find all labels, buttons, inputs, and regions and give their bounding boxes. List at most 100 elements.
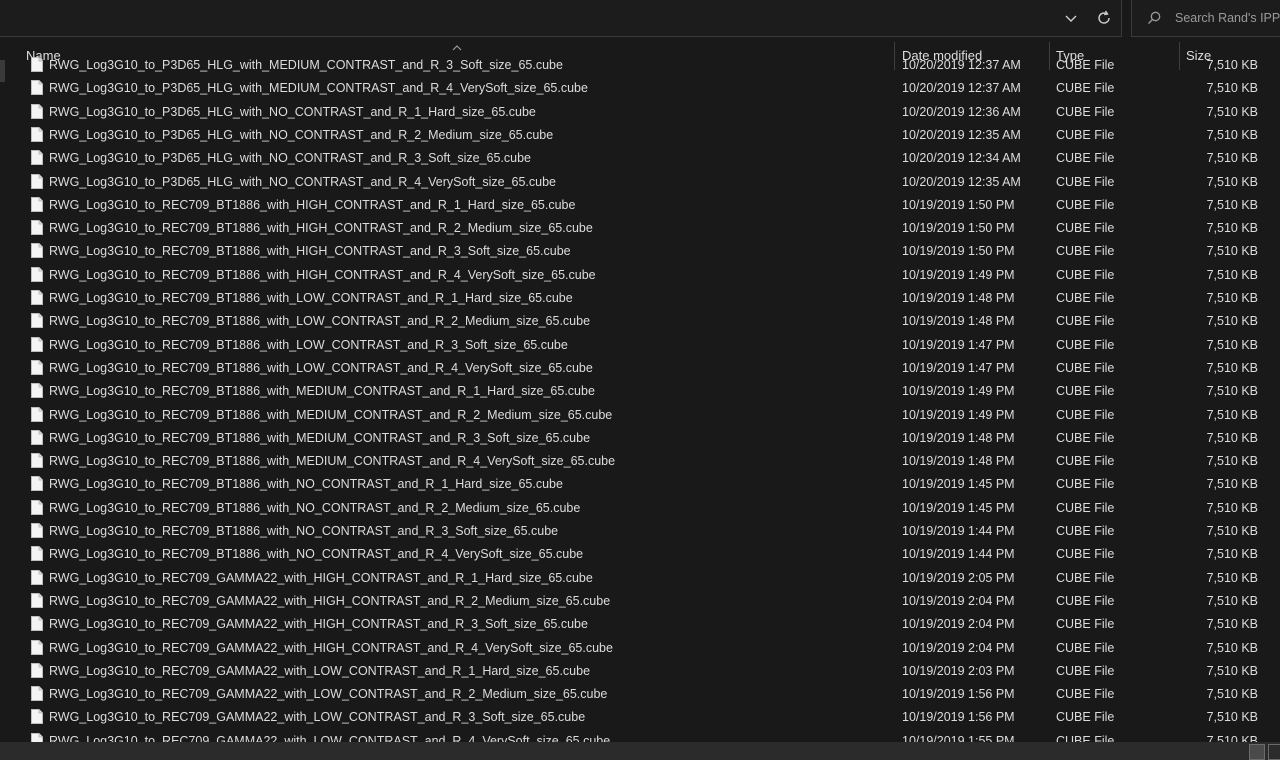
file-date-modified: 10/19/2019 1:50 PM — [902, 221, 1015, 236]
file-date-modified: 10/19/2019 1:56 PM — [902, 710, 1015, 725]
file-size: 7,510 KB — [1206, 570, 1258, 585]
file-row[interactable]: RWG_Log3G10_to_REC709_GAMMA22_with_HIGH_… — [0, 613, 1280, 636]
file-date-modified: 10/19/2019 2:04 PM — [902, 617, 1015, 632]
file-name: RWG_Log3G10_to_REC709_BT1886_with_NO_CON… — [49, 524, 559, 538]
file-row[interactable]: RWG_Log3G10_to_P3D65_HLG_with_NO_CONTRAS… — [0, 147, 1280, 170]
file-row[interactable]: RWG_Log3G10_to_REC709_BT1886_with_MEDIUM… — [0, 404, 1280, 427]
file-icon — [31, 266, 43, 282]
file-icon — [31, 732, 43, 742]
search-input[interactable]: Search Rand's IPP2 — [1175, 11, 1280, 25]
file-type: CUBE File — [1056, 104, 1115, 119]
file-date-modified: 10/20/2019 12:37 AM — [902, 58, 1021, 72]
file-icon — [31, 336, 43, 352]
details-view-icon[interactable] — [1249, 744, 1265, 760]
file-row[interactable]: RWG_Log3G10_to_REC709_BT1886_with_NO_CON… — [0, 520, 1280, 543]
file-size: 7,510 KB — [1206, 174, 1258, 189]
file-size: 7,510 KB — [1206, 477, 1258, 492]
file-row[interactable]: RWG_Log3G10_to_REC709_GAMMA22_with_HIGH_… — [0, 637, 1280, 660]
file-row[interactable]: RWG_Log3G10_to_REC709_GAMMA22_with_HIGH_… — [0, 567, 1280, 590]
file-row[interactable]: RWG_Log3G10_to_REC709_GAMMA22_with_LOW_C… — [0, 706, 1280, 729]
file-size: 7,510 KB — [1206, 407, 1258, 422]
file-date-modified: 10/19/2019 1:48 PM — [902, 454, 1015, 469]
file-row[interactable]: RWG_Log3G10_to_P3D65_HLG_with_NO_CONTRAS… — [0, 171, 1280, 194]
file-size: 7,510 KB — [1206, 360, 1258, 375]
file-row[interactable]: RWG_Log3G10_to_REC709_BT1886_with_LOW_CO… — [0, 310, 1280, 333]
file-row[interactable]: RWG_Log3G10_to_REC709_BT1886_with_MEDIUM… — [0, 380, 1280, 403]
file-date-modified: 10/19/2019 1:50 PM — [902, 244, 1015, 259]
file-row[interactable]: RWG_Log3G10_to_REC709_BT1886_with_HIGH_C… — [0, 264, 1280, 287]
file-row[interactable]: RWG_Log3G10_to_REC709_BT1886_with_NO_CON… — [0, 543, 1280, 566]
file-name: RWG_Log3G10_to_REC709_GAMMA22_with_HIGH_… — [49, 570, 593, 585]
file-size: 7,510 KB — [1206, 267, 1258, 282]
search-box[interactable]: Search Rand's IPP2 — [1131, 0, 1280, 37]
file-icon — [31, 383, 43, 399]
file-date-modified: 10/19/2019 1:44 PM — [902, 524, 1015, 538]
file-name: RWG_Log3G10_to_REC709_BT1886_with_HIGH_C… — [49, 221, 593, 236]
file-date-modified: 10/19/2019 1:47 PM — [902, 337, 1015, 352]
file-row[interactable]: RWG_Log3G10_to_REC709_GAMMA22_with_LOW_C… — [0, 683, 1280, 706]
file-type: CUBE File — [1056, 337, 1115, 352]
file-date-modified: 10/19/2019 1:48 PM — [902, 291, 1015, 305]
file-type: CUBE File — [1056, 221, 1115, 236]
horizontal-scrollbar[interactable] — [0, 742, 1280, 760]
address-bar[interactable] — [0, 0, 1122, 37]
file-date-modified: 10/19/2019 1:45 PM — [902, 477, 1015, 492]
large-icons-view-icon[interactable] — [1268, 744, 1280, 760]
file-size: 7,510 KB — [1206, 221, 1258, 236]
file-row[interactable]: RWG_Log3G10_to_P3D65_HLG_with_MEDIUM_CON… — [0, 77, 1280, 100]
file-row[interactable]: RWG_Log3G10_to_REC709_BT1886_with_LOW_CO… — [0, 287, 1280, 310]
file-row[interactable]: RWG_Log3G10_to_P3D65_HLG_with_NO_CONTRAS… — [0, 124, 1280, 147]
file-name: RWG_Log3G10_to_P3D65_HLG_with_NO_CONTRAS… — [49, 127, 554, 142]
file-size: 7,510 KB — [1206, 384, 1258, 399]
file-icon — [31, 103, 43, 119]
file-date-modified: 10/20/2019 12:37 AM — [902, 81, 1021, 96]
file-row[interactable]: RWG_Log3G10_to_REC709_BT1886_with_MEDIUM… — [0, 450, 1280, 473]
file-name: RWG_Log3G10_to_REC709_BT1886_with_NO_CON… — [49, 477, 563, 492]
file-icon — [31, 546, 43, 562]
file-row[interactable]: RWG_Log3G10_to_REC709_GAMMA22_with_LOW_C… — [0, 660, 1280, 683]
file-name: RWG_Log3G10_to_REC709_GAMMA22_with_LOW_C… — [49, 687, 608, 702]
file-type: CUBE File — [1056, 454, 1115, 469]
file-row[interactable]: RWG_Log3G10_to_REC709_BT1886_with_HIGH_C… — [0, 194, 1280, 217]
file-size: 7,510 KB — [1206, 454, 1258, 469]
file-row[interactable]: RWG_Log3G10_to_P3D65_HLG_with_MEDIUM_CON… — [0, 55, 1280, 77]
file-size: 7,510 KB — [1206, 337, 1258, 352]
file-name: RWG_Log3G10_to_P3D65_HLG_with_NO_CONTRAS… — [49, 151, 531, 166]
file-date-modified: 10/19/2019 1:47 PM — [902, 360, 1015, 375]
file-date-modified: 10/19/2019 1:49 PM — [902, 384, 1015, 399]
file-list: RWG_Log3G10_to_P3D65_HLG_with_MEDIUM_CON… — [0, 55, 1280, 742]
file-icon — [31, 639, 43, 655]
file-date-modified: 10/19/2019 2:03 PM — [902, 663, 1015, 678]
file-row[interactable]: RWG_Log3G10_to_REC709_BT1886_with_HIGH_C… — [0, 240, 1280, 263]
file-type: CUBE File — [1056, 384, 1115, 399]
file-row[interactable]: RWG_Log3G10_to_REC709_GAMMA22_with_LOW_C… — [0, 730, 1280, 742]
file-type: CUBE File — [1056, 267, 1115, 282]
chevron-down-icon[interactable] — [1062, 9, 1080, 27]
file-name: RWG_Log3G10_to_REC709_BT1886_with_LOW_CO… — [49, 360, 593, 375]
vertical-scrollbar[interactable] — [0, 60, 5, 82]
file-row[interactable]: RWG_Log3G10_to_REC709_GAMMA22_with_HIGH_… — [0, 590, 1280, 613]
file-type: CUBE File — [1056, 174, 1115, 189]
file-date-modified: 10/19/2019 2:04 PM — [902, 640, 1015, 655]
file-row[interactable]: RWG_Log3G10_to_REC709_BT1886_with_HIGH_C… — [0, 217, 1280, 240]
file-icon — [31, 453, 43, 469]
file-type: CUBE File — [1056, 500, 1115, 515]
file-row[interactable]: RWG_Log3G10_to_REC709_BT1886_with_LOW_CO… — [0, 357, 1280, 380]
file-row[interactable]: RWG_Log3G10_to_REC709_BT1886_with_NO_CON… — [0, 473, 1280, 496]
file-icon — [31, 313, 43, 329]
file-row[interactable]: RWG_Log3G10_to_REC709_BT1886_with_NO_CON… — [0, 497, 1280, 520]
file-row[interactable]: RWG_Log3G10_to_REC709_BT1886_with_MEDIUM… — [0, 427, 1280, 450]
file-date-modified: 10/20/2019 12:36 AM — [902, 104, 1021, 119]
file-row[interactable]: RWG_Log3G10_to_P3D65_HLG_with_NO_CONTRAS… — [0, 101, 1280, 124]
file-type: CUBE File — [1056, 617, 1115, 632]
refresh-icon[interactable] — [1094, 8, 1114, 28]
file-type: CUBE File — [1056, 430, 1115, 445]
file-row[interactable]: RWG_Log3G10_to_REC709_BT1886_with_LOW_CO… — [0, 334, 1280, 357]
file-icon — [31, 80, 43, 96]
file-name: RWG_Log3G10_to_REC709_BT1886_with_HIGH_C… — [49, 244, 571, 259]
file-size: 7,510 KB — [1206, 314, 1258, 329]
file-icon — [31, 686, 43, 702]
file-type: CUBE File — [1056, 314, 1115, 329]
file-date-modified: 10/19/2019 1:56 PM — [902, 687, 1015, 702]
file-size: 7,510 KB — [1206, 104, 1258, 119]
